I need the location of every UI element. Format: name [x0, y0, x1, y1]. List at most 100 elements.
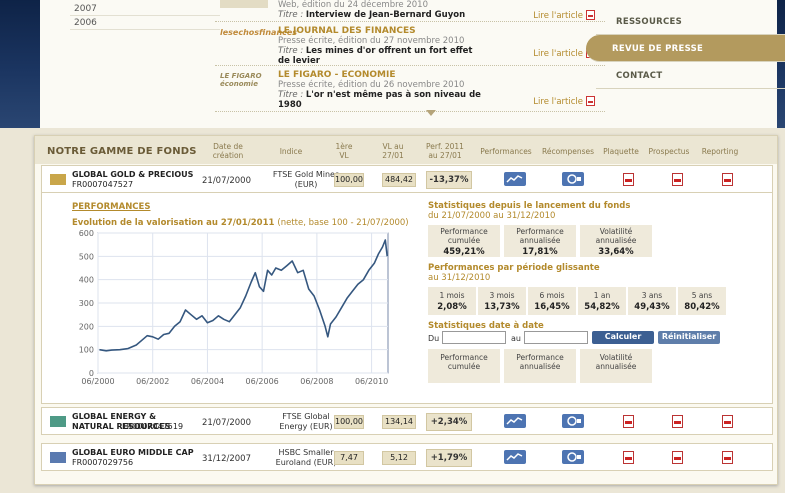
- year-item[interactable]: 2006: [70, 16, 220, 30]
- fund-vl: 484,42: [382, 173, 416, 187]
- fund-perf: +2,34%: [426, 413, 472, 431]
- rolling-value: 49,43%: [634, 302, 670, 312]
- press-logo: lesechosfinances: [220, 28, 298, 37]
- year-item[interactable]: 2007: [70, 2, 220, 16]
- fund-vl1: 7,47: [334, 451, 364, 465]
- performances-chart-icon[interactable]: [504, 450, 526, 464]
- side-nav: RESSOURCES REVUE DE PRESSE CONTACT: [586, 8, 785, 89]
- date-from-input[interactable]: [442, 331, 506, 344]
- fund-row[interactable]: GLOBAL EURO MIDDLE CAP FR0007029756 31/12…: [41, 443, 773, 471]
- rolling-value: 54,82%: [584, 302, 620, 312]
- press-titre: Titre : Les mines d'or offrent un fort e…: [278, 46, 473, 66]
- col-vl1: 1ère VL: [335, 142, 353, 160]
- stats-subtitle: du 21/07/2000 au 31/12/2010: [428, 211, 556, 221]
- date-stats-title: Statistiques date à date: [428, 321, 544, 331]
- press-item: Web, édition du 24 décembre 2010 Titre :…: [215, 0, 605, 22]
- fund-flag-icon: [50, 174, 66, 185]
- rolling-value: 80,42%: [684, 302, 720, 312]
- performances-chart-icon[interactable]: [504, 172, 526, 186]
- read-article-link[interactable]: Lire l'article: [533, 10, 595, 21]
- press-item: lesechosfinances LE JOURNAL DES FINANCES…: [215, 22, 605, 66]
- press-titre: Titre : L'or n'est même pas à son niveau…: [278, 90, 481, 110]
- col-vl: VL au 27/01: [382, 142, 404, 160]
- performances-chart-icon[interactable]: [504, 414, 526, 428]
- press-edition: Presse écrite, édition du 27 novembre 20…: [278, 36, 465, 46]
- rolling-value: 16,45%: [534, 302, 570, 312]
- rolling-cell: 3 ans 49,43%: [628, 287, 676, 315]
- scroll-down-arrow-icon[interactable]: [426, 110, 436, 116]
- press-edition: Presse écrite, édition du 26 novembre 20…: [278, 80, 465, 90]
- valuation-chart: 010020030040050060006/2000 06/2002 06/2004…: [79, 229, 389, 386]
- rolling-subtitle: au 31/12/2010: [428, 273, 491, 283]
- nav-revue-de-presse[interactable]: REVUE DE PRESSE: [586, 35, 785, 62]
- x-tick-label: 06/2008: [300, 377, 333, 386]
- fund-flag-icon: [50, 452, 66, 463]
- read-article-link[interactable]: Lire l'article: [533, 96, 595, 107]
- y-tick-label: 600: [79, 229, 94, 238]
- col-indice: Indice: [279, 147, 303, 156]
- stat-cell-empty: Performance cumulée: [428, 349, 500, 383]
- y-tick-label: 100: [79, 346, 94, 355]
- rolling-cell: 5 ans 80,42%: [678, 287, 726, 315]
- rolling-label: 1 an: [593, 291, 611, 300]
- col-perf: Perf. 2011 au 27/01: [426, 142, 464, 160]
- stats-panel: Statistiques depuis le lancement du fond…: [428, 201, 728, 225]
- fund-date: 31/12/2007: [202, 454, 251, 464]
- press-panel: 2007 2006 Web, édition du 24 décembre 20…: [40, 0, 785, 128]
- prospectus-pdf-icon[interactable]: [672, 415, 683, 428]
- awards-icon[interactable]: [562, 414, 584, 428]
- fund-perf: +1,79%: [426, 449, 472, 467]
- fund-row[interactable]: GLOBAL GOLD & PRECIOUS FR0007047527 21/07…: [41, 165, 773, 193]
- rolling-label: 3 mois: [489, 291, 515, 300]
- fund-vl1: 100,00: [334, 415, 364, 429]
- fund-name[interactable]: GLOBAL GOLD & PRECIOUS FR0007047527: [72, 170, 193, 190]
- awards-icon[interactable]: [562, 172, 584, 186]
- col-plaquette: Plaquette: [603, 147, 639, 156]
- brochure-pdf-icon[interactable]: [623, 451, 634, 464]
- fund-date: 21/07/2000: [202, 418, 251, 428]
- year-list: 2007 2006: [70, 2, 220, 30]
- prospectus-pdf-icon[interactable]: [672, 451, 683, 464]
- nav-ressources[interactable]: RESSOURCES: [596, 8, 785, 35]
- reporting-pdf-icon[interactable]: [722, 415, 733, 428]
- calculer-button[interactable]: Calculer: [592, 331, 654, 344]
- fund-date: 21/07/2000: [202, 176, 251, 186]
- press-title[interactable]: LE JOURNAL DES FINANCES: [278, 26, 416, 36]
- x-tick-label: 06/2010: [355, 377, 388, 386]
- rolling-cell: 6 mois 16,45%: [528, 287, 576, 315]
- fund-range-panel: NOTRE GAMME DE FONDS Date de création In…: [34, 135, 778, 485]
- brochure-pdf-icon[interactable]: [623, 415, 634, 428]
- au-label: au: [511, 334, 521, 343]
- reporting-pdf-icon[interactable]: [722, 173, 733, 186]
- y-tick-label: 200: [79, 322, 94, 331]
- brochure-pdf-icon[interactable]: [623, 173, 634, 186]
- rolling-value: 2,08%: [437, 302, 467, 312]
- fund-row[interactable]: GLOBAL ENERGY & NATURAL RESOURCES FR0007…: [41, 407, 773, 435]
- date-to-input[interactable]: [524, 331, 588, 344]
- stat-cell-empty: Performance annualisée: [504, 349, 576, 383]
- awards-icon[interactable]: [562, 450, 584, 464]
- x-tick-label: 06/2006: [246, 377, 279, 386]
- press-list: Web, édition du 24 décembre 2010 Titre :…: [215, 0, 605, 112]
- fund-code: FR0007047519: [122, 422, 184, 431]
- pdf-icon: [586, 10, 595, 20]
- nav-contact[interactable]: CONTACT: [596, 62, 785, 89]
- reinitialiser-button[interactable]: Réinitialiser: [658, 331, 720, 344]
- press-titre: Titre : Interview de Jean-Bernard Guyon: [278, 10, 466, 20]
- prospectus-pdf-icon[interactable]: [672, 173, 683, 186]
- fund-name[interactable]: GLOBAL EURO MIDDLE CAP FR0007029756: [72, 448, 194, 468]
- rolling-title: Performances par période glissante: [428, 263, 600, 273]
- fund-index: HSBC Smaller Euroland (EUR): [275, 448, 337, 467]
- col-performances: Performances: [480, 147, 532, 156]
- press-edition: Web, édition du 24 décembre 2010: [278, 0, 428, 10]
- rolling-label: 5 ans: [691, 291, 713, 300]
- col-reporting: Reporting: [701, 147, 739, 156]
- press-title[interactable]: LE FIGARO - ECONOMIE: [278, 70, 396, 80]
- performances-heading[interactable]: PERFORMANCES: [72, 202, 150, 212]
- reporting-pdf-icon[interactable]: [722, 451, 733, 464]
- fund-index: FTSE Global Energy (EUR): [279, 412, 333, 431]
- x-tick-label: 06/2000: [81, 377, 114, 386]
- rolling-cell: 3 mois 13,73%: [478, 287, 526, 315]
- col-prospectus: Prospectus: [648, 147, 690, 156]
- y-tick-label: 300: [79, 299, 94, 308]
